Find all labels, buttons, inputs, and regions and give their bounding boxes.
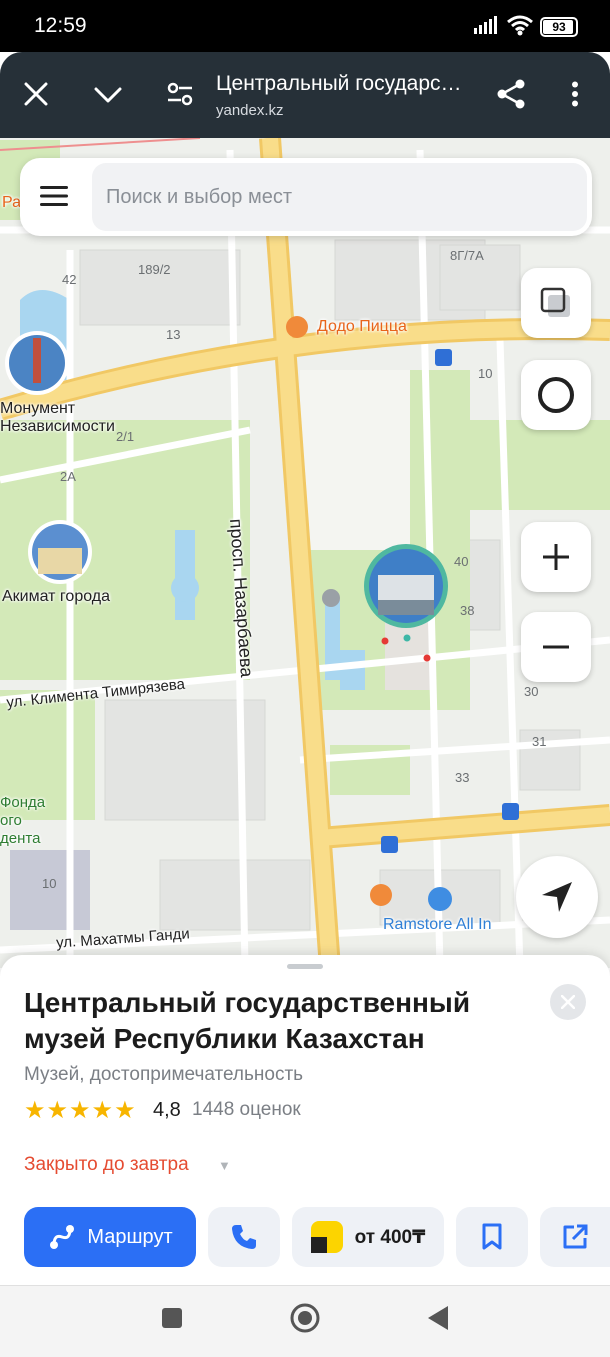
zoom-in-button[interactable] [521,522,591,592]
page-url: yandex.kz [216,102,284,119]
page-title: Центральный государс… [216,72,462,95]
place-label-ramstore[interactable]: Ramstore All In [383,916,491,934]
battery-indicator: 93 [540,17,578,37]
close-card-button[interactable] [550,984,586,1020]
recents-icon[interactable] [161,1307,183,1329]
wifi-icon [507,15,533,36]
place-label-fund[interactable]: Фонда ого дента [0,794,45,848]
house-number: 8Г/7А [450,248,484,263]
place-label-monument[interactable]: Монумент Независимости [0,400,115,436]
house-number: 42 [62,272,77,287]
map-view[interactable]: просп. Назарбаева ул. Климента Тимирязев… [0,138,610,968]
taxi-price: от 400₸ [354,1226,426,1248]
place-title: Центральный государственный музей Респуб… [24,987,471,1054]
house-number: 2/1 [116,429,135,444]
place-label-edge: Ра [2,194,22,211]
rating-stars: ★★★★★ [24,1097,137,1124]
rating-value: 4,8 [153,1099,181,1121]
place-category: Музей, достопримечательность [24,1064,304,1085]
status-time: 12:59 [34,14,87,37]
place-label-akimat[interactable]: Акимат города [2,588,110,606]
house-number: 40 [454,554,469,569]
close-icon[interactable] [24,82,48,106]
zoom-out-icon [543,645,569,649]
route-label: Маршрут [87,1225,173,1248]
signal-icon [474,16,497,34]
my-location-button[interactable] [516,856,598,938]
opening-hours[interactable]: Закрыто до завтра [24,1154,189,1176]
route-button[interactable]: Маршрут [24,1207,196,1267]
bookmark-icon [482,1223,502,1250]
zoom-out-button[interactable] [521,612,591,682]
house-number: 2А [60,469,76,484]
tune-icon[interactable] [167,82,193,106]
house-number: 13 [166,327,181,342]
phone-icon [232,1225,256,1249]
house-number: 38 [460,603,475,618]
alice-icon [538,377,574,413]
navigation-arrow-icon [542,882,572,912]
sheet-grabber[interactable] [287,964,323,969]
house-number: 10 [42,876,57,891]
taxi-icon [310,1221,343,1253]
chevron-down-icon[interactable] [94,86,122,104]
house-number: 33 [455,770,470,785]
share-icon[interactable] [496,79,526,109]
battery-level: 93 [552,20,566,34]
home-icon[interactable] [289,1302,321,1334]
bookmark-button[interactable] [456,1207,528,1267]
place-label-dodo[interactable]: Додо Пицца [317,318,407,336]
route-icon [50,1225,75,1249]
open-external-button[interactable] [540,1207,610,1267]
call-button[interactable] [208,1207,280,1267]
house-number: 30 [524,684,539,699]
taxi-button[interactable]: от 400₸ [292,1207,444,1267]
map-canvas[interactable] [0,138,610,968]
rating-count[interactable]: 1448 оценок [192,1099,301,1121]
zoom-in-icon [543,544,569,570]
search-input[interactable] [92,163,587,231]
alice-button[interactable] [521,360,591,430]
back-icon[interactable] [427,1305,449,1331]
house-number: 10 [478,366,493,381]
menu-icon[interactable] [40,186,68,206]
caret-down-icon[interactable]: ▼ [218,1158,231,1173]
house-number: 31 [532,734,547,749]
close-icon [561,995,575,1009]
layers-icon [540,287,570,317]
layers-button[interactable] [521,268,591,338]
more-vert-icon[interactable] [571,81,579,107]
external-link-icon [563,1224,588,1249]
house-number: 189/2 [138,262,171,277]
